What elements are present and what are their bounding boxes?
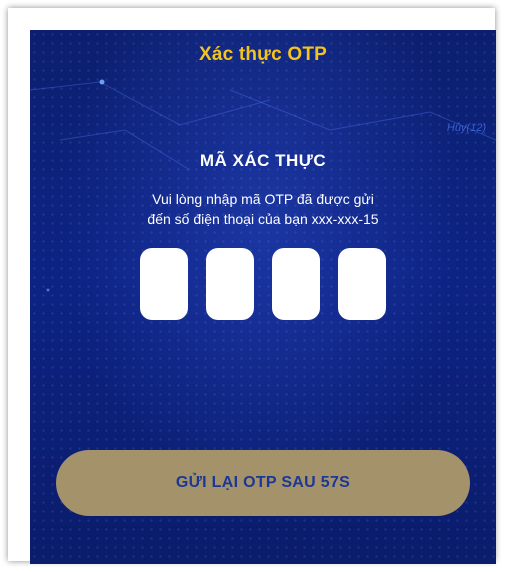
otp-digit-1[interactable]: [140, 248, 188, 320]
otp-digit-3[interactable]: [272, 248, 320, 320]
description-line-2: đến số điện thoại của bạn xxx-xxx-15: [147, 211, 379, 227]
otp-digit-4[interactable]: [338, 248, 386, 320]
description-line-1: Vui lòng nhập mã OTP đã được gửi: [152, 191, 374, 207]
otp-digit-2[interactable]: [206, 248, 254, 320]
skip-link[interactable]: Hủy(12): [447, 122, 486, 134]
otp-input-group: [140, 248, 387, 320]
otp-screen: Xác thực OTP Hủy(12) MÃ XÁC THỰC Vui lòn…: [30, 30, 496, 564]
resend-otp-button[interactable]: GỬI LẠI OTP SAU 57S: [56, 450, 470, 516]
verification-heading: MÃ XÁC THỰC: [199, 151, 327, 170]
verification-description: Vui lòng nhập mã OTP đã được gửi đến số …: [30, 189, 496, 229]
page-title: Xác thực OTP: [198, 44, 328, 65]
screenshot-frame: Xác thực OTP Hủy(12) MÃ XÁC THỰC Vui lòn…: [8, 8, 496, 564]
